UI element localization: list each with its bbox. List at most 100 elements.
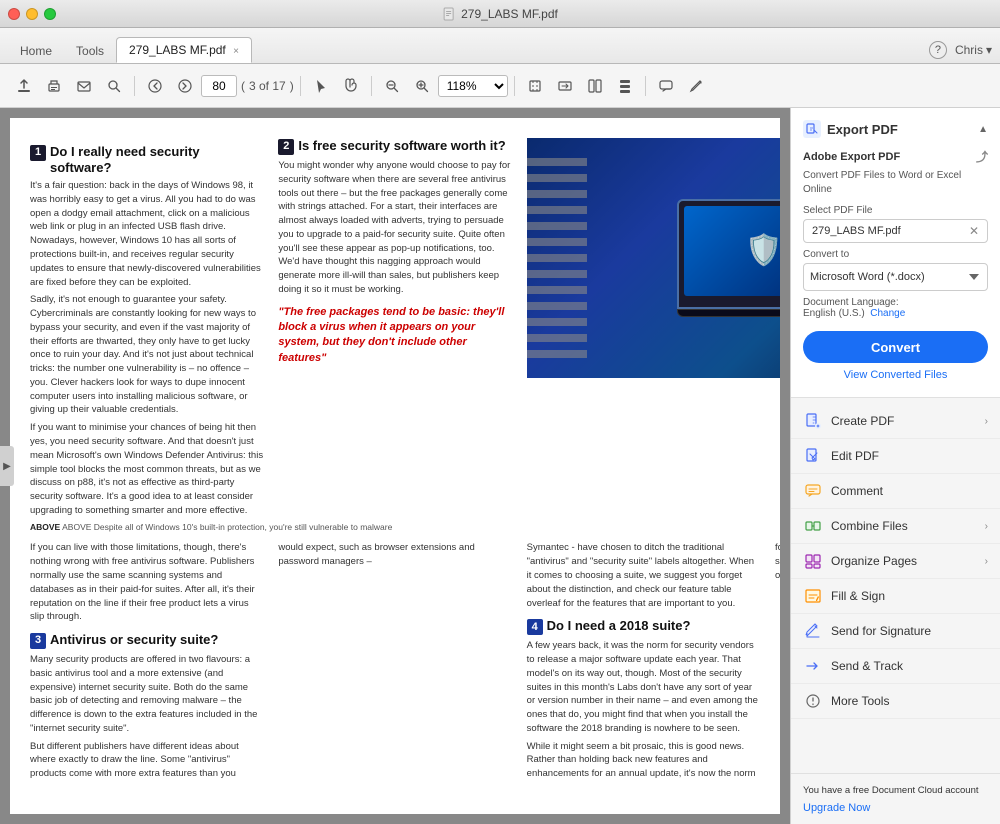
tabbar: Home Tools 279_LABS MF.pdf × ? Chris ▾ bbox=[0, 28, 1000, 64]
file-select-box: 279_LABS MF.pdf ✕ bbox=[803, 219, 988, 243]
user-button[interactable]: Chris ▾ bbox=[955, 43, 992, 57]
upload-button[interactable] bbox=[10, 72, 38, 100]
send-track-label: Send & Track bbox=[831, 659, 988, 673]
email-button[interactable] bbox=[70, 72, 98, 100]
page-number-input[interactable]: 80 bbox=[201, 75, 237, 97]
section-2-title: Is free security software worth it? bbox=[298, 138, 505, 154]
home-tab[interactable]: Home bbox=[8, 39, 64, 63]
help-button[interactable]: ? bbox=[929, 41, 947, 59]
print-button[interactable] bbox=[40, 72, 68, 100]
tool-fill-sign[interactable]: Fill & Sign bbox=[791, 579, 1000, 614]
combine-files-chevron: › bbox=[985, 521, 988, 532]
export-icon bbox=[803, 120, 821, 138]
combine-files-label: Combine Files bbox=[831, 519, 985, 533]
section-1-body-3: If you want to minimise your chances of … bbox=[30, 421, 263, 517]
draw-button[interactable] bbox=[682, 72, 710, 100]
draw-icon bbox=[688, 78, 704, 94]
view-converted-link[interactable]: View Converted Files bbox=[803, 369, 988, 381]
convert-button[interactable]: Convert bbox=[803, 331, 988, 363]
section-1-body-2: Sadly, it's not enough to guarantee your… bbox=[30, 293, 263, 417]
section-1-num: 1 bbox=[30, 145, 46, 161]
send-signature-label: Send for Signature bbox=[831, 624, 988, 638]
zoom-out-icon bbox=[384, 78, 400, 94]
tool-send-signature[interactable]: Send for Signature bbox=[791, 614, 1000, 649]
edit-pdf-label: Edit PDF bbox=[831, 449, 988, 463]
laptop-body: 🛡️ bbox=[677, 199, 780, 309]
clear-file-button[interactable]: ✕ bbox=[969, 224, 979, 238]
minimize-button[interactable] bbox=[26, 8, 38, 20]
tabbar-right: ? Chris ▾ bbox=[929, 41, 992, 63]
comment-button[interactable] bbox=[652, 72, 680, 100]
tool-combine-files[interactable]: Combine Files › bbox=[791, 509, 1000, 544]
fit-width-button[interactable] bbox=[551, 72, 579, 100]
toolbar-separator-1 bbox=[134, 76, 135, 96]
toolbar-separator-2 bbox=[300, 76, 301, 96]
create-pdf-chevron: › bbox=[985, 416, 988, 427]
fit-page-button[interactable] bbox=[521, 72, 549, 100]
search-button[interactable] bbox=[100, 72, 128, 100]
pull-quote: "The free packages tend to be basic: the… bbox=[278, 305, 511, 367]
export-collapse-btn[interactable]: ▲ bbox=[978, 124, 988, 135]
tool-more-tools[interactable]: More Tools bbox=[791, 684, 1000, 719]
fit-page-icon bbox=[527, 78, 543, 94]
edit-pdf-svg bbox=[804, 447, 822, 465]
convert-to-label: Convert to bbox=[803, 249, 988, 260]
more-tools-icon bbox=[803, 691, 823, 711]
document-tab[interactable]: 279_LABS MF.pdf × bbox=[116, 37, 252, 63]
next-page-button[interactable] bbox=[171, 72, 199, 100]
create-pdf-label: Create PDF bbox=[831, 414, 985, 428]
col2-intro: If you can live with those limitations, … bbox=[30, 541, 263, 624]
pdf-content: 1 Do I really need security software? It… bbox=[10, 118, 780, 814]
tool-comment[interactable]: Comment bbox=[791, 474, 1000, 509]
more-tools-svg bbox=[804, 692, 822, 710]
edit-pdf-icon bbox=[803, 446, 823, 466]
maximize-button[interactable] bbox=[44, 8, 56, 20]
hand-tool-button[interactable] bbox=[337, 72, 365, 100]
scroll-mode-button[interactable] bbox=[611, 72, 639, 100]
zoom-out-button[interactable] bbox=[378, 72, 406, 100]
page-view-button[interactable] bbox=[581, 72, 609, 100]
section-2-body: You might wonder why anyone would choose… bbox=[278, 159, 511, 297]
page-total-close: ) bbox=[290, 79, 294, 93]
section-4-num: 4 bbox=[527, 619, 543, 635]
cursor-tool-button[interactable] bbox=[307, 72, 335, 100]
send-signature-icon bbox=[803, 621, 823, 641]
zoom-select[interactable]: 75% 100% 118% 125% 150% 200% bbox=[438, 75, 508, 97]
tool-create-pdf[interactable]: Create PDF › bbox=[791, 404, 1000, 439]
fill-sign-label: Fill & Sign bbox=[831, 589, 988, 603]
section-3-header: 3 Antivirus or security suite? bbox=[30, 632, 263, 649]
tool-send-track[interactable]: Send & Track bbox=[791, 649, 1000, 684]
email-icon bbox=[76, 78, 92, 94]
comment-icon bbox=[658, 78, 674, 94]
tools-section: Create PDF › Edit PDF bbox=[791, 398, 1000, 725]
change-language-link[interactable]: Change bbox=[870, 308, 905, 319]
tool-organize-pages[interactable]: Organize Pages › bbox=[791, 544, 1000, 579]
prev-page-button[interactable] bbox=[141, 72, 169, 100]
send-track-icon bbox=[803, 656, 823, 676]
export-section: Export PDF ▲ Adobe Export PDF ⤴ Convert … bbox=[791, 108, 1000, 398]
close-button[interactable] bbox=[8, 8, 20, 20]
upgrade-link[interactable]: Upgrade Now bbox=[803, 802, 870, 814]
page-total: ( bbox=[241, 79, 245, 93]
zoom-in-button[interactable] bbox=[408, 72, 436, 100]
convert-to-select[interactable]: Microsoft Word (*.docx) Microsoft Excel … bbox=[803, 263, 988, 291]
page-input-group: 80 ( 3 of 17 ) bbox=[201, 75, 294, 97]
dc-account: You have a free Document Cloud account U… bbox=[791, 773, 1000, 824]
right-panel: Export PDF ▲ Adobe Export PDF ⤴ Convert … bbox=[790, 108, 1000, 824]
print-icon bbox=[46, 78, 62, 94]
section-2-header: 2 Is free security software worth it? bbox=[278, 138, 511, 155]
share-icon[interactable]: ⤴ bbox=[976, 148, 988, 165]
prev-page-icon bbox=[147, 78, 163, 94]
export-title-text: Export PDF bbox=[827, 122, 898, 137]
section-3-num: 3 bbox=[30, 633, 46, 649]
pdf-area: ▶ 1 Do I really need security software? … bbox=[0, 108, 790, 824]
pdf-page: 1 Do I really need security software? It… bbox=[0, 108, 790, 824]
fill-sign-svg bbox=[804, 587, 822, 605]
tool-edit-pdf[interactable]: Edit PDF bbox=[791, 439, 1000, 474]
combine-files-icon bbox=[803, 516, 823, 536]
tools-tab[interactable]: Tools bbox=[64, 39, 116, 63]
tab-close-btn[interactable]: × bbox=[233, 46, 239, 57]
sidebar-toggle[interactable]: ▶ bbox=[0, 446, 14, 486]
section-1-header: 1 Do I really need security software? bbox=[30, 144, 263, 175]
chain-left bbox=[527, 158, 587, 358]
